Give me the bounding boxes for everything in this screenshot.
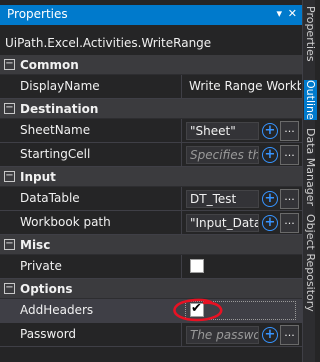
side-tab-outline[interactable]: Outline [304,80,317,120]
datatable-input[interactable]: DT_Test [186,190,259,208]
displayname-input[interactable]: Write Range Workbook [186,78,301,96]
property-label: Workbook path [0,211,182,234]
property-value-cell[interactable]: "Sheet" + ... [183,119,302,142]
expression-editor-button[interactable]: ... [280,189,299,209]
activity-type-name: UiPath.Excel.Activities.WriteRange [5,36,212,50]
collapse-icon[interactable]: − [4,239,15,250]
property-label: SheetName [0,119,182,142]
private-checkbox[interactable] [190,259,204,273]
side-tab-properties[interactable]: Properties [304,6,317,62]
category-label: Common [20,58,79,72]
category-label: Options [20,282,73,296]
addheaders-checkbox[interactable]: ✔ [190,301,204,317]
property-label: StartingCell [0,143,182,166]
category-misc[interactable]: − Misc [0,235,302,255]
startingcell-input[interactable]: Specifies the cell [186,146,259,164]
property-row-private[interactable]: Private [0,255,302,279]
plus-circle-icon[interactable]: + [262,123,278,139]
property-value-cell[interactable]: The password + ... [183,323,302,346]
close-icon[interactable]: ✕ [288,7,297,20]
collapse-icon[interactable]: − [4,103,15,114]
property-value-cell[interactable]: Write Range Workbook [183,75,302,98]
property-value-cell[interactable]: ✔ [183,299,302,322]
expression-editor-button[interactable]: ... [280,121,299,141]
plus-circle-icon[interactable]: + [262,327,278,343]
checkmark-icon: ✔ [191,301,202,316]
collapse-icon[interactable]: − [4,171,15,182]
property-grid: − Common DisplayName Write Range Workboo… [0,55,302,347]
sheetname-input[interactable]: "Sheet" [186,122,259,140]
property-row-workbookpath[interactable]: Workbook path "Input_Data.xlsx" + ... [0,211,302,235]
category-common[interactable]: − Common [0,55,302,75]
side-tab-object-repository[interactable]: Object Repository [304,214,317,312]
panel-titlebar[interactable]: Properties ▾ ✕ [0,5,302,25]
plus-circle-icon[interactable]: + [262,215,278,231]
category-label: Destination [20,102,99,116]
property-row-startingcell[interactable]: StartingCell Specifies the cell + ... [0,143,302,167]
category-options[interactable]: − Options [0,279,302,299]
category-label: Input [20,170,56,184]
expression-editor-button[interactable]: ... [280,213,299,233]
property-label: DisplayName [0,75,182,98]
panel-title: Properties [7,7,68,21]
property-label: Private [0,255,182,278]
workbookpath-input[interactable]: "Input_Data.xlsx" [186,214,259,232]
property-value-cell[interactable]: Specifies the cell + ... [183,143,302,166]
property-row-addheaders[interactable]: AddHeaders ✔ [0,299,302,323]
collapse-icon[interactable]: − [4,283,15,294]
property-label: DataTable [0,187,182,210]
expression-editor-button[interactable]: ... [280,145,299,165]
property-label: Password [0,323,182,346]
property-value-cell[interactable] [183,255,302,278]
property-value-cell[interactable]: DT_Test + ... [183,187,302,210]
collapse-icon[interactable]: − [4,59,15,70]
category-input[interactable]: − Input [0,167,302,187]
category-destination[interactable]: − Destination [0,99,302,119]
property-row-datatable[interactable]: DataTable DT_Test + ... [0,187,302,211]
property-label: AddHeaders [0,299,182,322]
expression-editor-button[interactable]: ... [280,325,299,345]
side-tab-strip: Properties Outline Data Manager Object R… [302,0,317,362]
category-label: Misc [20,238,51,252]
property-row-password[interactable]: Password The password + ... [0,323,302,347]
property-row-sheetname[interactable]: SheetName "Sheet" + ... [0,119,302,143]
property-row-displayname[interactable]: DisplayName Write Range Workbook [0,75,302,99]
plus-circle-icon[interactable]: + [262,147,278,163]
password-input[interactable]: The password [186,326,259,344]
property-value-cell[interactable]: "Input_Data.xlsx" + ... [183,211,302,234]
properties-panel: Properties ▾ ✕ UiPath.Excel.Activities.W… [0,0,302,362]
dropdown-arrow-icon[interactable]: ▾ [276,7,282,20]
side-tab-data-manager[interactable]: Data Manager [304,128,317,206]
plus-circle-icon[interactable]: + [262,191,278,207]
